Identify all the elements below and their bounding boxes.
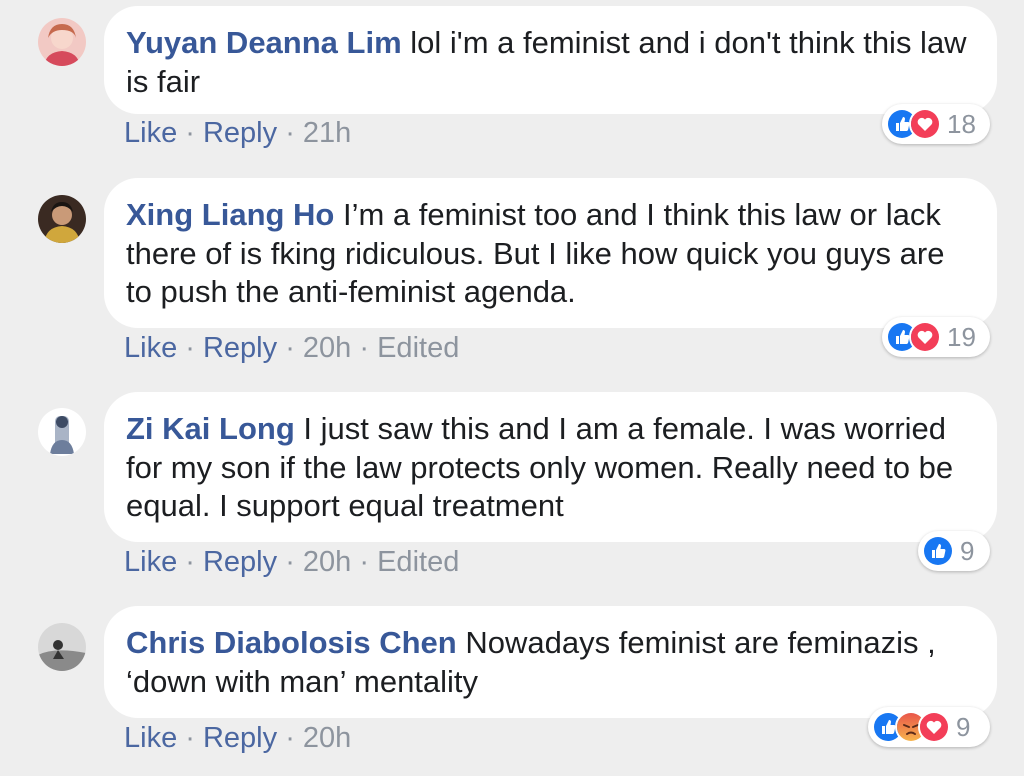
- reactions-summary[interactable]: 18: [882, 104, 990, 144]
- comment-actions: Like · Reply · 20h: [124, 722, 352, 754]
- comment-author[interactable]: Yuyan Deanna Lim: [126, 25, 402, 60]
- avatar[interactable]: [38, 623, 86, 671]
- reply-link[interactable]: Reply: [203, 722, 277, 754]
- like-link[interactable]: Like: [124, 332, 177, 364]
- reactions-summary[interactable]: 9: [918, 531, 990, 571]
- comment-actions: Like · Reply · 21h: [124, 117, 352, 149]
- comment-bubble: Zi Kai Long I just saw this and I am a f…: [104, 392, 997, 542]
- love-icon: [918, 711, 950, 743]
- reaction-count: 18: [947, 108, 976, 139]
- comment-actions: Like · Reply · 20h · Edited: [124, 546, 460, 578]
- avatar[interactable]: [38, 18, 86, 66]
- avatar[interactable]: [38, 408, 86, 456]
- love-icon: [909, 108, 941, 140]
- comment-bubble: Xing Liang Ho I’m a feminist too and I t…: [104, 178, 997, 328]
- edited-label[interactable]: Edited: [377, 546, 459, 578]
- reactions-summary[interactable]: 19: [882, 317, 990, 357]
- comment-actions: Like · Reply · 20h · Edited: [124, 332, 460, 364]
- comment-author[interactable]: Chris Diabolosis Chen: [126, 625, 457, 660]
- reply-link[interactable]: Reply: [203, 332, 277, 364]
- reactions-summary[interactable]: 9: [868, 707, 990, 747]
- timestamp[interactable]: 20h: [303, 722, 351, 754]
- reaction-count: 19: [947, 321, 976, 352]
- timestamp[interactable]: 21h: [303, 117, 351, 149]
- edited-label[interactable]: Edited: [377, 332, 459, 364]
- reply-link[interactable]: Reply: [203, 117, 277, 149]
- like-link[interactable]: Like: [124, 722, 177, 754]
- timestamp[interactable]: 20h: [303, 332, 351, 364]
- like-link[interactable]: Like: [124, 546, 177, 578]
- comment-bubble: Chris Diabolosis Chen Nowadays feminist …: [104, 606, 997, 718]
- reaction-count: 9: [960, 535, 975, 566]
- timestamp[interactable]: 20h: [303, 546, 351, 578]
- comment-bubble: Yuyan Deanna Lim lol i'm a feminist and …: [104, 6, 997, 114]
- avatar[interactable]: [38, 195, 86, 243]
- reaction-count: 9: [956, 711, 971, 742]
- like-link[interactable]: Like: [124, 117, 177, 149]
- like-icon: [922, 535, 954, 567]
- comment-author[interactable]: Xing Liang Ho: [126, 197, 334, 232]
- love-icon: [909, 321, 941, 353]
- comment-author[interactable]: Zi Kai Long: [126, 411, 295, 446]
- reply-link[interactable]: Reply: [203, 546, 277, 578]
